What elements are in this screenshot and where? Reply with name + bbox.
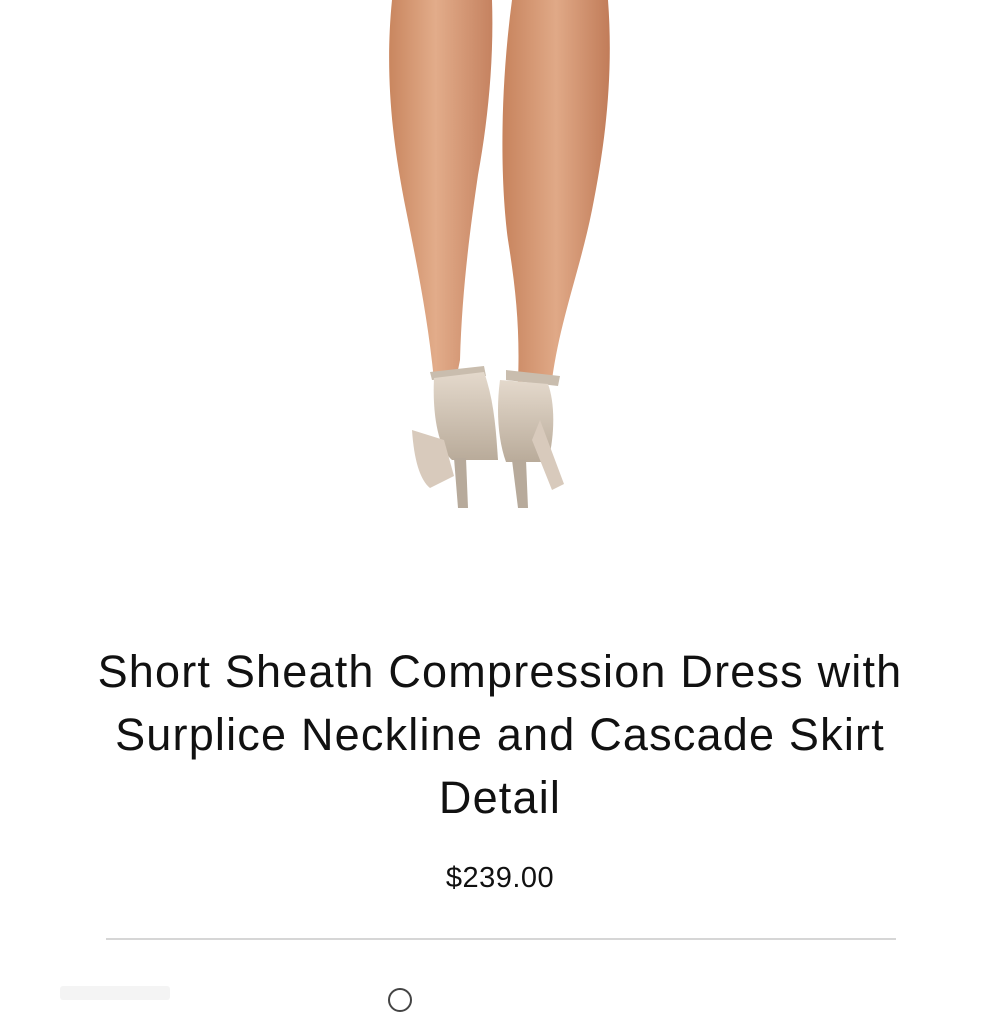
product-photo-legs-heels bbox=[389, 0, 610, 508]
product-title: Short Sheath Compression Dress with Surp… bbox=[97, 646, 903, 823]
circle-icon bbox=[388, 988, 412, 1012]
product-price: $239.00 bbox=[445, 862, 555, 894]
partial-element bbox=[60, 986, 170, 1000]
left-heel-shoe bbox=[412, 366, 498, 508]
right-heel-shoe bbox=[498, 370, 564, 508]
product-info: Short Sheath Compression Dress with Surp… bbox=[0, 640, 1000, 895]
right-leg bbox=[502, 0, 610, 382]
product-image[interactable] bbox=[0, 0, 1000, 600]
divider bbox=[106, 938, 896, 940]
left-leg bbox=[389, 0, 493, 380]
